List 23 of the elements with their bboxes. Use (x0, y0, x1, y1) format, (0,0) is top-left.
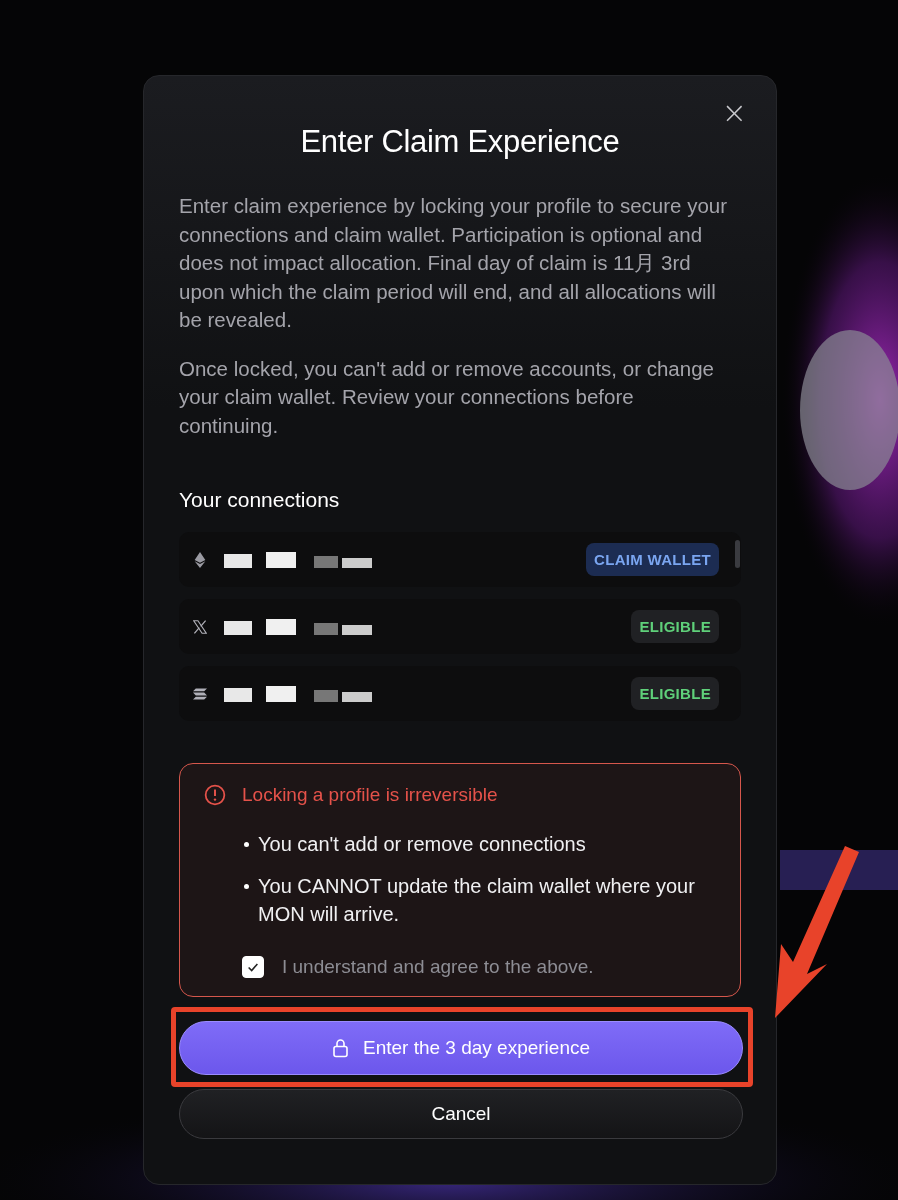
agreement-label: I understand and agree to the above. (282, 956, 594, 978)
enter-experience-button[interactable]: Enter the 3 day experience (179, 1021, 743, 1075)
status-tag: CLAIM WALLET (586, 543, 719, 576)
close-button[interactable]: × (717, 98, 751, 128)
bullet-icon (244, 842, 249, 847)
scrollbar-thumb (735, 540, 740, 568)
checkbox[interactable] (242, 956, 264, 978)
dialog-title: Enter Claim Experience (299, 124, 621, 160)
alert-icon (204, 784, 226, 806)
status-tag: ELIGIBLE (631, 677, 719, 710)
lock-icon (331, 1038, 349, 1058)
x-logo-icon (193, 618, 207, 635)
warning-item: You CANNOT update the claim wallet where your MON will arrive. (258, 874, 696, 927)
cancel-button[interactable]: Cancel (179, 1089, 743, 1139)
bullet-icon (244, 884, 249, 889)
status-tag: ELIGIBLE (631, 610, 719, 643)
warning-title: Locking a profile is irreversible (242, 784, 498, 806)
ethereum-icon (193, 551, 207, 568)
section-heading: Your connections (179, 488, 341, 512)
description-paragraph: Enter claim experience by locking your profile to secure your connections and claim wallet. Participation is optional and does not impact allocation. Final day of claim is 11月 3rd upon which the claim period will end, and all allocations will be revealed. (179, 193, 729, 333)
solana-icon (193, 685, 207, 702)
description-paragraph: Once locked, you can't add or remove accounts, or change your claim wallet. Review your connections before continuing. (179, 355, 715, 439)
warning-item: You can't add or remove connections (258, 832, 586, 857)
